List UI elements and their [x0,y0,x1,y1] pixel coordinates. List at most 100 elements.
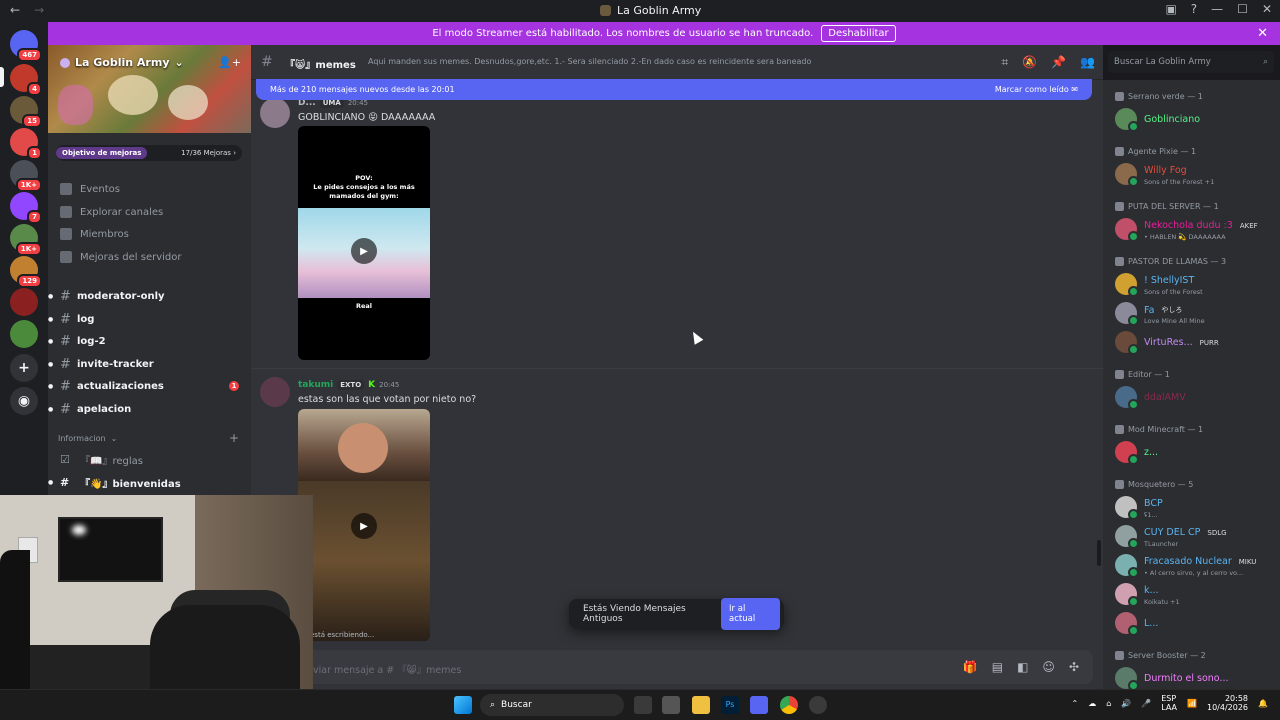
language-indicator[interactable]: ESP LAA [1161,694,1177,712]
member-item[interactable]: Nekochola dudu :3 AKEF • HABLEN 💫 DAAAAAAA [1115,218,1275,244]
discover-icon[interactable]: ◉ [10,387,38,415]
notification-bell-icon[interactable]: 🔔 [1258,699,1268,708]
video-attachment[interactable]: ▶ [298,409,430,641]
avatar[interactable] [260,377,290,407]
server-icon[interactable] [10,320,38,348]
sticker-icon[interactable]: ◧ [1017,660,1028,674]
server-icon[interactable]: 15 [10,96,42,128]
server-icon[interactable]: 129 [10,256,42,288]
channel-topic[interactable]: Aqui manden sus memes. Desnudos,gore,etc… [368,57,968,66]
server-icon[interactable]: 7 [10,192,42,224]
mute-bell-icon[interactable]: 🔕 [1022,55,1037,70]
message-author[interactable]: takumi EXTO K 20:45 [298,380,399,390]
close-icon[interactable]: ✕ [1257,26,1268,41]
author-name[interactable]: takumi [298,380,333,390]
member-item[interactable]: Willy Fog Sons of the Forest +1 [1115,163,1275,189]
scrollbar[interactable] [1097,540,1101,566]
channel-item[interactable]: ● # 『👋』bienvenidas [48,472,251,492]
file-explorer-icon[interactable] [692,696,710,714]
disable-streamer-button[interactable]: Deshabilitar [821,25,896,42]
mark-read-button[interactable]: Marcar como leído ✉ [995,85,1078,94]
nav-server-boosts[interactable]: Mejoras del servidor [60,251,182,263]
member-name: VirtuRes... [1144,337,1193,348]
app-icon[interactable] [662,696,680,714]
nav-events[interactable]: Eventos [60,183,120,195]
avatar[interactable] [260,98,290,128]
clock[interactable]: 20:58 10/4/2026 [1207,694,1248,712]
channel-item[interactable]: ● # apelacion [48,399,251,419]
server-name-button[interactable]: La Goblin Army ⌄ [60,56,184,69]
member-item[interactable]: VirtuRes... PURR [1115,331,1275,357]
member-item[interactable]: BCP ʢ1... [1115,496,1275,522]
channel-item[interactable]: ● # log [48,309,251,329]
tray-chevron-icon[interactable]: ⌃ [1072,699,1079,708]
invite-user-icon[interactable]: 👤+ [218,56,241,69]
composer: viar mensaje a # 『😸』memes 🎁 ▤ ◧ ☺ ✣ [251,645,1103,689]
back-button[interactable]: ← [10,3,20,17]
server-icon[interactable]: 467 [10,30,42,62]
cloud-icon[interactable]: ☁ [1088,699,1096,708]
gif-icon[interactable]: ▤ [992,660,1003,674]
inbox-icon[interactable]: ▣ [1165,2,1176,16]
discord-icon[interactable] [750,696,768,714]
play-icon[interactable]: ▶ [351,238,377,264]
channel-item[interactable]: ● # invite-tracker [48,354,251,374]
clan-tag[interactable]: EXTO [337,380,365,390]
channel-item[interactable]: ● # moderator-only [48,286,251,306]
member-item[interactable]: Goblinciano [1115,108,1275,134]
app-icon[interactable] [809,696,827,714]
network-icon[interactable]: ⌂ [1106,699,1111,708]
close-window-button[interactable]: ✕ [1262,2,1272,16]
member-item[interactable]: Fracasado Nuclear MIKU • Al cerro sirvo, y… [1115,554,1275,580]
video-attachment[interactable]: POV: Le pides consejos a los más mamados… [298,126,430,360]
channel-item[interactable]: ☑ 『📖』reglas [48,449,251,469]
pin-icon[interactable]: 📌 [1051,55,1066,70]
new-messages-bar[interactable]: Más de 210 mensajes nuevos desde las 20:… [256,79,1092,100]
play-icon[interactable]: ▶ [351,513,377,539]
server-icon[interactable]: 1K+ [10,224,42,256]
task-view-icon[interactable] [634,696,652,714]
role-icon [1115,425,1124,434]
member-item[interactable]: Fa やしろ Love Mine All Mine [1115,302,1275,328]
message-input[interactable]: viar mensaje a # 『😸』memes 🎁 ▤ ◧ ☺ ✣ [261,650,1093,684]
channel-item[interactable]: ● # log-2 [48,331,251,351]
apps-icon[interactable]: ✣ [1069,660,1079,674]
nav-members[interactable]: Miembros [60,228,129,240]
wifi-icon[interactable]: 📶 [1187,699,1197,708]
member-item[interactable]: Durmito el sono... [1115,667,1275,689]
help-icon[interactable]: ? [1191,2,1197,16]
server-icon[interactable]: 1K+ [10,160,42,192]
server-icon[interactable] [10,288,38,316]
member-item[interactable]: L... [1115,612,1275,638]
add-server-icon[interactable]: + [10,354,38,382]
member-item[interactable]: ! ShellyIST Sons of the Forest [1115,273,1275,299]
forward-button[interactable]: → [34,3,44,17]
server-icon[interactable]: 4 [10,64,42,96]
members-icon[interactable]: 👥 [1080,55,1095,70]
boost-goal[interactable]: Objetivo de mejoras 17/36 Mejoras › [56,145,242,161]
member-item[interactable]: k... Koikatu +1 [1115,583,1275,609]
taskbar-search[interactable]: ⌕ Buscar [480,694,624,716]
chrome-icon[interactable] [780,696,798,714]
member-item[interactable]: CUY DEL CP SDLG TLauncher [1115,525,1275,551]
member-item[interactable]: z... [1115,441,1275,467]
add-channel-icon[interactable]: + [229,431,239,445]
gift-icon[interactable]: 🎁 [963,660,978,674]
avatar [1115,612,1139,636]
emoji-icon[interactable]: ☺ [1042,660,1055,674]
server-search-input[interactable]: Buscar La Goblin Army ⌕ [1108,51,1274,73]
mic-icon[interactable]: 🎤 [1141,699,1151,708]
threads-icon[interactable]: ⌗ [1001,55,1008,70]
volume-icon[interactable]: 🔊 [1121,699,1131,708]
category-header[interactable]: Informacion ⌄ [58,434,117,443]
minimize-button[interactable]: — [1211,2,1223,16]
maximize-button[interactable]: ☐ [1237,2,1248,16]
nav-browse-channels[interactable]: Explorar canales [60,206,163,218]
member-item[interactable]: ddalAMV [1115,386,1275,412]
photoshop-icon[interactable]: Ps [721,696,739,714]
avatar [1115,273,1139,297]
server-icon[interactable]: 1 [10,128,42,160]
windows-start-icon[interactable] [454,696,472,714]
jump-to-present-button[interactable]: Ir al actual [721,598,780,630]
channel-item[interactable]: ● # actualizaciones 1 [48,376,251,396]
